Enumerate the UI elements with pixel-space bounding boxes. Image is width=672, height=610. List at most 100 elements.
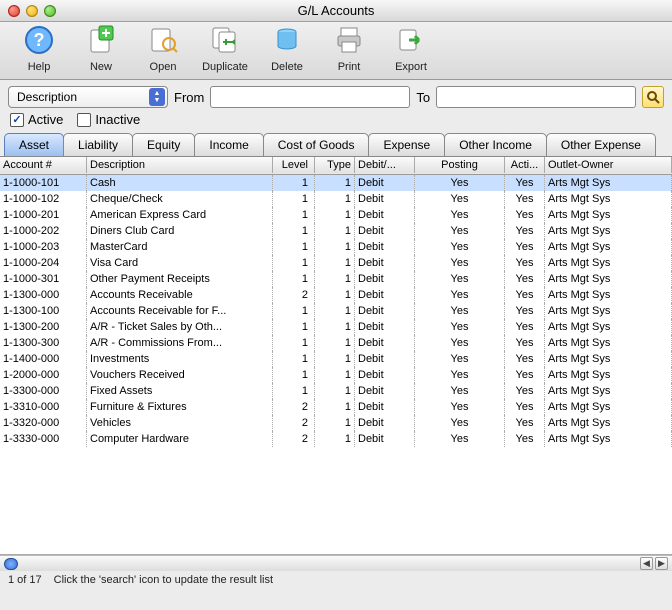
column-header[interactable]: Description	[87, 157, 273, 173]
cell: Yes	[505, 287, 545, 303]
table-row[interactable]: 1-1300-000Accounts Receivable21DebitYesY…	[0, 287, 672, 303]
from-input[interactable]	[210, 86, 410, 108]
active-label: Active	[28, 112, 63, 127]
table-row[interactable]: 1-1000-101Cash11DebitYesYesArts Mgt Sys	[0, 175, 672, 191]
cell: Yes	[415, 351, 505, 367]
cell: A/R - Ticket Sales by Oth...	[87, 319, 273, 335]
to-label: To	[416, 90, 430, 105]
column-header[interactable]: Posting	[415, 157, 505, 173]
scroll-right-icon[interactable]: ▶	[655, 557, 668, 570]
grid-header: Account #DescriptionLevelTypeDebit/...Po…	[0, 157, 672, 175]
table-row[interactable]: 1-1000-204Visa Card11DebitYesYesArts Mgt…	[0, 255, 672, 271]
duplicate-button[interactable]: Duplicate	[194, 24, 256, 79]
cell: Debit	[355, 207, 415, 223]
cell: 1-3330-000	[0, 431, 87, 447]
cell: Yes	[505, 255, 545, 271]
table-row[interactable]: 1-2000-000Vouchers Received11DebitYesYes…	[0, 367, 672, 383]
column-header[interactable]: Debit/...	[355, 157, 415, 173]
cell: 1	[273, 335, 315, 351]
cell: Debit	[355, 351, 415, 367]
cell: Arts Mgt Sys	[545, 207, 672, 223]
window-title: G/L Accounts	[0, 3, 672, 18]
checkbox-unchecked-icon	[77, 113, 91, 127]
column-header[interactable]: Level	[273, 157, 315, 173]
cell: 1	[273, 367, 315, 383]
tab-expense[interactable]: Expense	[368, 133, 445, 156]
table-row[interactable]: 1-3320-000Vehicles21DebitYesYesArts Mgt …	[0, 415, 672, 431]
tab-asset[interactable]: Asset	[4, 133, 64, 156]
print-button[interactable]: Print	[318, 24, 380, 79]
scroll-left-icon[interactable]: ◀	[640, 557, 653, 570]
column-header[interactable]: Outlet-Owner	[545, 157, 672, 173]
cell: 1	[273, 255, 315, 271]
table-row[interactable]: 1-1000-202Diners Club Card11DebitYesYesA…	[0, 223, 672, 239]
tab-income[interactable]: Income	[194, 133, 263, 156]
cell: 1	[315, 351, 355, 367]
column-header[interactable]: Acti...	[505, 157, 545, 173]
cell: Yes	[415, 415, 505, 431]
table-row[interactable]: 1-1400-000Investments11DebitYesYesArts M…	[0, 351, 672, 367]
tab-liability[interactable]: Liability	[63, 133, 133, 156]
cell: 2	[273, 415, 315, 431]
cell: Debit	[355, 431, 415, 447]
table-row[interactable]: 1-1300-100Accounts Receivable for F...11…	[0, 303, 672, 319]
horizontal-scrollbar[interactable]: ◀ ▶	[0, 555, 672, 571]
table-row[interactable]: 1-3310-000Furniture & Fixtures21DebitYes…	[0, 399, 672, 415]
cell: 2	[273, 287, 315, 303]
table-row[interactable]: 1-1300-300A/R - Commissions From...11Deb…	[0, 335, 672, 351]
scroll-thumb[interactable]	[4, 558, 18, 570]
cell: Other Payment Receipts	[87, 271, 273, 287]
cell: 1-1000-102	[0, 191, 87, 207]
table-row[interactable]: 1-1300-200A/R - Ticket Sales by Oth...11…	[0, 319, 672, 335]
to-input[interactable]	[436, 86, 636, 108]
tab-cost-of-goods[interactable]: Cost of Goods	[263, 133, 370, 156]
cell: 1-2000-000	[0, 367, 87, 383]
table-row[interactable]: 1-1000-102Cheque/Check11DebitYesYesArts …	[0, 191, 672, 207]
cell: 1	[315, 431, 355, 447]
cell: 1	[273, 351, 315, 367]
cell: Arts Mgt Sys	[545, 383, 672, 399]
cell: 1	[315, 367, 355, 383]
active-checkbox[interactable]: ✓ Active	[10, 112, 63, 127]
table-row[interactable]: 1-3330-000Computer Hardware21DebitYesYes…	[0, 431, 672, 447]
cell: 1	[315, 319, 355, 335]
cell: 1	[315, 303, 355, 319]
cell: 1	[273, 271, 315, 287]
table-row[interactable]: 1-1000-301Other Payment Receipts11DebitY…	[0, 271, 672, 287]
filter-field-select[interactable]: Description ▲▼	[8, 86, 168, 108]
cell: Yes	[415, 335, 505, 351]
column-header[interactable]: Type	[315, 157, 355, 173]
new-button[interactable]: New	[70, 24, 132, 79]
cell: Yes	[415, 287, 505, 303]
tab-other-income[interactable]: Other Income	[444, 133, 547, 156]
grid-body[interactable]: 1-1000-101Cash11DebitYesYesArts Mgt Sys1…	[0, 175, 672, 447]
help-button[interactable]: ? Help	[8, 24, 70, 79]
cell: Arts Mgt Sys	[545, 223, 672, 239]
filter-field-value: Description	[17, 90, 77, 104]
titlebar: G/L Accounts	[0, 0, 672, 22]
cell: 1-3300-000	[0, 383, 87, 399]
cell: Arts Mgt Sys	[545, 351, 672, 367]
cell: A/R - Commissions From...	[87, 335, 273, 351]
tab-equity[interactable]: Equity	[132, 133, 195, 156]
table-row[interactable]: 1-3300-000Fixed Assets11DebitYesYesArts …	[0, 383, 672, 399]
cell: Yes	[505, 431, 545, 447]
table-row[interactable]: 1-1000-203MasterCard11DebitYesYesArts Mg…	[0, 239, 672, 255]
table-row[interactable]: 1-1000-201American Express Card11DebitYe…	[0, 207, 672, 223]
search-button[interactable]	[642, 86, 664, 108]
cell: Yes	[415, 303, 505, 319]
inactive-checkbox[interactable]: Inactive	[77, 112, 140, 127]
status-filter-row: ✓ Active Inactive	[0, 112, 672, 133]
open-button[interactable]: Open	[132, 24, 194, 79]
export-button[interactable]: Export	[380, 24, 442, 79]
cell: Yes	[415, 175, 505, 191]
export-label: Export	[380, 61, 442, 73]
cell: Arts Mgt Sys	[545, 287, 672, 303]
cell: 1	[315, 335, 355, 351]
tab-other-expense[interactable]: Other Expense	[546, 133, 656, 156]
cell: Debit	[355, 415, 415, 431]
cell: Debit	[355, 335, 415, 351]
delete-button[interactable]: Delete	[256, 24, 318, 79]
column-header[interactable]: Account #	[0, 157, 87, 173]
cell: 1	[273, 383, 315, 399]
